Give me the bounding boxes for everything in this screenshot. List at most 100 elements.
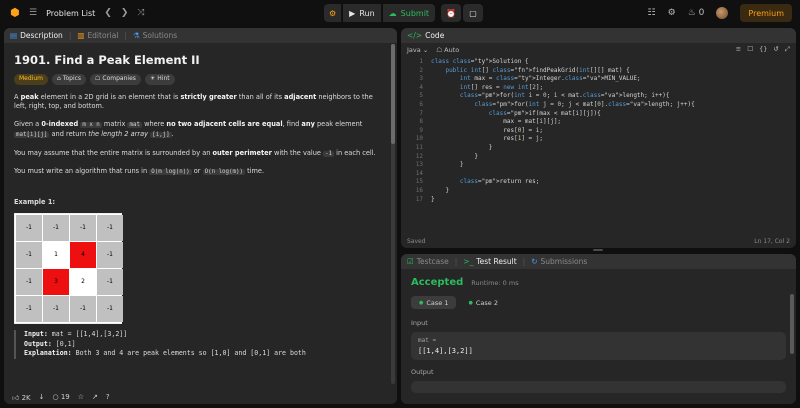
bug-icon: ⚙: [329, 8, 337, 18]
grid-cell: -1: [16, 242, 42, 268]
gear-icon[interactable]: ⚙: [668, 8, 676, 18]
bookmark-icon[interactable]: ☐: [747, 45, 753, 54]
example-grid-image: -1 -1 -1 -1 -1 1 4 -1 -1 3 2 -1 -1 -1 -1…: [14, 213, 123, 324]
code-toolbar: Java ⌄ ☖ Auto ≡ ☐ {} ↺ ⤢: [401, 43, 796, 56]
code-tabs: </> Code: [401, 28, 796, 43]
line-number: 5: [419, 92, 423, 100]
code-line[interactable]: }: [431, 153, 478, 162]
like-button[interactable]: 👍︎ 2K: [12, 393, 31, 402]
top-bar: ⬢ ☰ Problem List ❮ ❯ ⤨ ⚙ ▶ Run ☁ Submit ⏰ …: [0, 0, 800, 26]
grid-cell: -1: [97, 269, 123, 295]
description-panel: ▤ Description | ▥ Editorial | ⚗ Solutions 1…: [4, 28, 397, 404]
code-line[interactable]: }: [431, 144, 493, 153]
tab-divider: |: [454, 257, 458, 266]
code-line[interactable]: int max = class="ty">Integer.class="va">…: [431, 75, 641, 84]
code-line[interactable]: res[0] = i;: [431, 127, 543, 136]
tab-test-result[interactable]: >_ Test Result: [463, 257, 516, 266]
auto-mode-toggle[interactable]: ☖ Auto: [436, 46, 459, 54]
language-select[interactable]: Java ⌄: [407, 46, 428, 54]
terminal-icon: >_: [463, 257, 474, 266]
grid-cell: -1: [16, 215, 42, 241]
checkbox-icon: ☑: [407, 257, 414, 266]
grid-cell: -1: [43, 215, 69, 241]
difficulty-badge[interactable]: Medium: [14, 73, 48, 85]
companies-chip[interactable]: ☖ Companies: [90, 73, 141, 85]
topics-chip[interactable]: ⌂ Topics: [52, 73, 87, 85]
code-line[interactable]: class="pm">for(int j = 0; j < mat[0].cla…: [431, 101, 694, 110]
output-label: Output: [411, 368, 434, 376]
input-box: mat = [[1,4],[3,2]]: [411, 332, 786, 360]
tab-testcase[interactable]: ☑ Testcase: [407, 257, 449, 266]
description-footer: 👍︎ 2K ↓ ○ 19 ☆ ↗ ?: [4, 390, 397, 404]
code-line[interactable]: }: [431, 161, 464, 170]
case-1-tab[interactable]: ● Case 1: [411, 296, 457, 309]
runtime-label: Runtime: 0 ms: [471, 279, 519, 287]
run-button[interactable]: ▶ Run: [343, 4, 381, 22]
code-line[interactable]: class="pm">if(max < mat[i][j]){: [431, 110, 601, 119]
case-2-tab[interactable]: ● Case 2: [460, 296, 505, 309]
dislike-icon[interactable]: ↓: [39, 393, 45, 401]
code-line[interactable]: res[1] = j;: [431, 135, 543, 144]
grid-cell: -1: [70, 215, 96, 241]
note-icon: ▢: [469, 8, 477, 18]
submit-button[interactable]: ☁ Submit: [382, 4, 436, 22]
code-line[interactable]: class="pm">for(int i = 0; i < mat.class=…: [431, 92, 670, 101]
layout-grid-icon[interactable]: ☷: [648, 8, 656, 18]
hint-chip[interactable]: ☀ Hint: [144, 73, 175, 85]
fire-icon: ♨: [687, 8, 696, 18]
code-line[interactable]: public int[] class="fn">findPeakGrid(int…: [431, 67, 629, 76]
debug-button[interactable]: ⚙: [324, 4, 342, 22]
code-line[interactable]: }: [431, 187, 449, 196]
panel-resize-handle[interactable]: [593, 249, 603, 251]
comment-icon: ○: [52, 393, 59, 401]
line-number: 15: [415, 178, 423, 186]
code-line[interactable]: }: [431, 196, 435, 205]
success-dot-icon: ●: [468, 299, 473, 306]
scrollbar-thumb[interactable]: [391, 44, 395, 144]
tab-description[interactable]: ▤ Description: [10, 31, 63, 40]
tab-editorial[interactable]: ▥ Editorial: [77, 31, 118, 40]
list-icon[interactable]: ☰: [29, 8, 37, 18]
leetcode-logo-icon[interactable]: ⬢: [10, 7, 20, 19]
tab-divider: |: [522, 257, 526, 266]
format-icon[interactable]: ≡: [736, 45, 741, 54]
comments-button[interactable]: ○ 19: [52, 393, 69, 401]
problem-list-link[interactable]: Problem List: [46, 9, 95, 18]
code-line[interactable]: class class="ty">Solution {: [431, 58, 529, 67]
star-icon[interactable]: ☆: [78, 393, 84, 401]
thumbs-up-icon: 👍︎: [12, 393, 20, 402]
test-panel: ☑ Testcase | >_ Test Result | ↻ Submissions…: [401, 254, 796, 404]
premium-button[interactable]: Premium: [740, 4, 792, 22]
reset-icon[interactable]: ↺: [773, 45, 778, 54]
paragraph-3: You may assume that the entire matrix is…: [14, 148, 376, 157]
braces-icon[interactable]: {}: [759, 45, 767, 54]
timer-button[interactable]: ⏰: [441, 4, 462, 22]
chevron-left-icon[interactable]: ❮: [104, 8, 112, 18]
shuffle-icon[interactable]: ⤨: [137, 8, 144, 18]
tab-code[interactable]: </> Code: [407, 31, 444, 40]
fullscreen-icon[interactable]: ⤢: [785, 45, 790, 54]
streak-counter[interactable]: ♨ 0: [688, 8, 705, 18]
line-number: 11: [415, 144, 423, 151]
scrollbar[interactable]: [790, 294, 794, 354]
alarm-icon: ⏰: [446, 8, 457, 18]
test-tabs: ☑ Testcase | >_ Test Result | ↻ Submissions: [401, 254, 796, 269]
tab-solutions[interactable]: ⚗ Solutions: [133, 31, 177, 40]
grid-cell: -1: [43, 296, 69, 322]
tab-submissions[interactable]: ↻ Submissions: [531, 257, 587, 266]
notes-button[interactable]: ▢: [463, 4, 484, 22]
lightbulb-icon: ☀: [149, 75, 156, 83]
help-icon[interactable]: ?: [106, 393, 110, 401]
avatar[interactable]: [716, 7, 729, 19]
tab-divider: |: [124, 31, 127, 40]
scrollbar[interactable]: [391, 44, 395, 384]
chevron-down-icon: ⌄: [422, 45, 429, 54]
share-icon[interactable]: ↗: [92, 393, 98, 401]
code-line[interactable]: class="pm">return res;: [431, 178, 539, 187]
cloud-upload-icon: ☁: [388, 8, 397, 18]
code-line[interactable]: max = mat[i][j];: [431, 118, 561, 127]
history-icon: ↻: [531, 257, 538, 266]
chevron-right-icon[interactable]: ❯: [121, 8, 129, 18]
code-line[interactable]: int[] res = new int[2];: [431, 84, 543, 93]
line-number: 2: [419, 66, 423, 74]
